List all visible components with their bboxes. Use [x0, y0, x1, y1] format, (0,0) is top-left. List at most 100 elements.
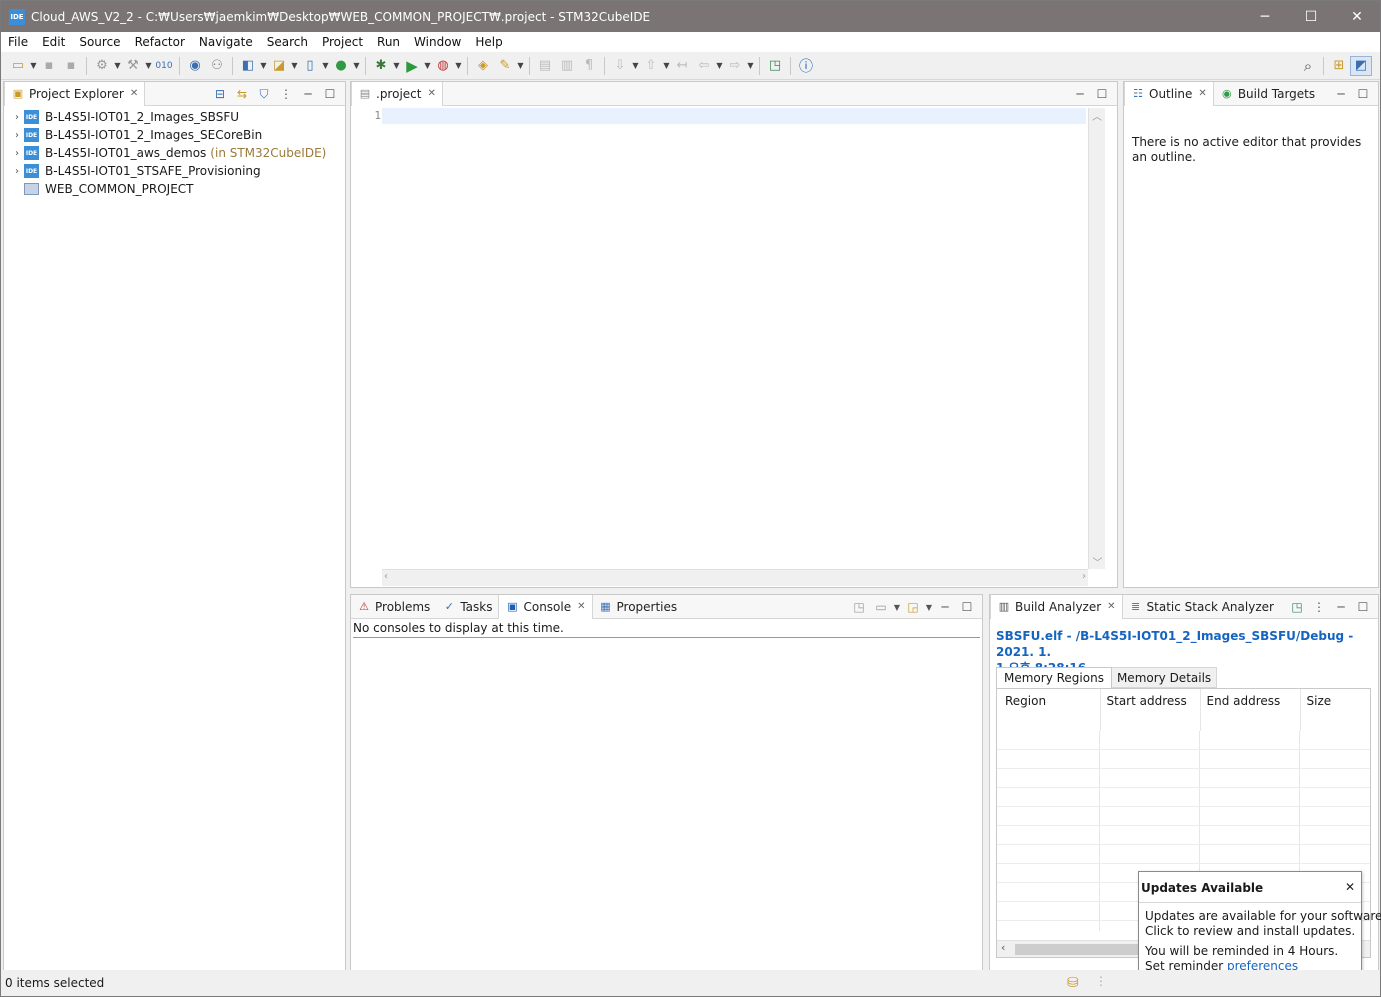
minimize-view-icon[interactable]: ─ [1069, 87, 1091, 101]
scroll-left-icon[interactable]: ‹ [1001, 941, 1005, 954]
debug-icon[interactable]: ✱ [370, 56, 392, 76]
menu-project[interactable]: Project [315, 35, 370, 49]
column-header-region[interactable]: Region [997, 689, 1101, 731]
progress-icon[interactable]: ⛁ [1067, 975, 1079, 991]
new-class-icon[interactable]: ● [330, 56, 352, 76]
open-perspective-button-icon[interactable]: ⊞ [1328, 56, 1350, 76]
collapse-all-icon[interactable]: ⊟ [209, 87, 231, 101]
search-task-icon[interactable]: ✎ [494, 56, 516, 76]
scroll-down-icon[interactable]: ﹀ [1089, 554, 1106, 569]
tab-problems[interactable]: ⚠ Problems [351, 595, 436, 619]
menu-window[interactable]: Window [407, 35, 468, 49]
tree-item[interactable]: › IDE B-L4S5I-IOT01_aws_demos (in STM32C… [10, 144, 345, 162]
close-tab-icon[interactable]: ✕ [1107, 601, 1115, 612]
menu-run[interactable]: Run [370, 35, 407, 49]
display-console-dropdown-icon[interactable]: ▼ [892, 603, 902, 612]
tab-build-targets[interactable]: ◉ Build Targets [1214, 82, 1321, 106]
cpp-perspective-icon[interactable]: ◩ [1350, 55, 1372, 76]
build-hammer-icon[interactable]: ⚒ [122, 56, 144, 76]
close-tab-icon[interactable]: ✕ [1198, 88, 1206, 99]
tree-item[interactable]: › IDE B-L4S5I-IOT01_2_Images_SECoreBin [10, 126, 345, 144]
menu-help[interactable]: Help [468, 35, 509, 49]
run-icon[interactable]: ▶ [401, 56, 423, 76]
next-annotation-icon[interactable]: ⇩ [609, 56, 631, 76]
back-dropdown-icon[interactable]: ▼ [715, 56, 724, 76]
tab-project-file[interactable]: ▤ .project ✕ [351, 81, 443, 106]
minimize-view-icon[interactable]: ─ [1330, 87, 1352, 101]
build-config-dropdown-icon[interactable]: ▼ [113, 56, 122, 76]
external-tools-dropdown-icon[interactable]: ▼ [454, 56, 463, 76]
next-annotation-dropdown-icon[interactable]: ▼ [631, 56, 640, 76]
vertical-scrollbar[interactable]: ︿ ﹀ [1088, 108, 1105, 569]
horizontal-scrollbar[interactable]: ‹ › [382, 569, 1088, 586]
maximize-view-icon[interactable]: ☐ [956, 600, 978, 614]
menu-refactor[interactable]: Refactor [128, 35, 192, 49]
device-config-icon[interactable]: ⚇ [206, 56, 228, 76]
block-select-icon[interactable]: ▥ [556, 56, 578, 76]
tree-item[interactable]: WEB_COMMON_PROJECT [10, 180, 345, 198]
minimize-button[interactable]: ─ [1242, 1, 1288, 32]
view-menu-icon[interactable]: ⋮ [275, 87, 297, 101]
open-console-dropdown-icon[interactable]: ▼ [924, 603, 934, 612]
open-console-icon[interactable]: ◲ [902, 600, 924, 614]
back-icon[interactable]: ⇦ [693, 56, 715, 76]
menu-file[interactable]: File [1, 35, 35, 49]
notification-close-icon[interactable]: ✕ [1345, 880, 1355, 894]
toggle-mark-icon[interactable]: ▤ [534, 56, 556, 76]
maximize-view-icon[interactable]: ☐ [1352, 600, 1374, 614]
expand-arrow-icon[interactable]: › [10, 130, 24, 141]
tree-item[interactable]: › IDE B-L4S5I-IOT01_2_Images_SBSFU [10, 108, 345, 126]
tab-console[interactable]: ▣ Console ✕ [498, 594, 593, 619]
search-icon[interactable]: ⌕ [1297, 56, 1319, 76]
binary-icon[interactable]: 010 [153, 56, 175, 76]
maximize-view-icon[interactable]: ☐ [1091, 87, 1113, 101]
search-task-dropdown-icon[interactable]: ▼ [516, 56, 525, 76]
build-dropdown-icon[interactable]: ▼ [144, 56, 153, 76]
menu-navigate[interactable]: Navigate [192, 35, 260, 49]
column-header-size[interactable]: Size [1300, 689, 1370, 731]
new-project-dropdown-icon[interactable]: ▼ [259, 56, 268, 76]
view-menu-icon[interactable]: ⋮ [1308, 600, 1330, 614]
external-tools-icon[interactable]: ◍ [432, 56, 454, 76]
close-tab-icon[interactable]: ✕ [130, 88, 138, 99]
show-whitespace-icon[interactable]: ¶ [578, 56, 600, 76]
minimize-view-icon[interactable]: ─ [1330, 600, 1352, 614]
expand-arrow-icon[interactable]: › [10, 148, 24, 159]
minimize-view-icon[interactable]: ─ [297, 87, 319, 101]
pin-console-icon[interactable]: ◳ [848, 600, 870, 614]
toggle-breakpoint-icon[interactable]: ◉ [184, 56, 206, 76]
new-icon[interactable]: ▭ [7, 56, 29, 76]
new-c-file-icon[interactable]: ▯ [299, 56, 321, 76]
scroll-right-icon[interactable]: › [1082, 571, 1086, 582]
tab-memory-regions[interactable]: Memory Regions [996, 667, 1112, 688]
close-tab-icon[interactable]: ✕ [577, 601, 585, 612]
column-header-start-address[interactable]: Start address [1100, 689, 1201, 731]
tab-project-explorer[interactable]: ▣ Project Explorer ✕ [4, 81, 146, 106]
text-area[interactable] [382, 108, 1086, 568]
tab-tasks[interactable]: ✓ Tasks [436, 595, 498, 619]
maximize-button[interactable]: ☐ [1288, 1, 1334, 32]
open-perspective-icon[interactable]: ◳ [764, 56, 786, 76]
new-dropdown-icon[interactable]: ▼ [29, 56, 38, 76]
link-editor-icon[interactable]: ⇆ [231, 87, 253, 101]
menu-edit[interactable]: Edit [35, 35, 72, 49]
open-project-dropdown-icon[interactable]: ▼ [290, 56, 299, 76]
forward-dropdown-icon[interactable]: ▼ [746, 56, 755, 76]
prev-annotation-icon[interactable]: ⇧ [640, 56, 662, 76]
run-dropdown-icon[interactable]: ▼ [423, 56, 432, 76]
menu-search[interactable]: Search [260, 35, 315, 49]
build-config-icon[interactable]: ⚙ [91, 56, 113, 76]
display-console-icon[interactable]: ▭ [870, 600, 892, 614]
last-edit-icon[interactable]: ↤ [671, 56, 693, 76]
open-project-icon[interactable]: ◪ [268, 56, 290, 76]
column-header-end-address[interactable]: End address [1200, 689, 1301, 731]
maximize-view-icon[interactable]: ☐ [319, 87, 341, 101]
debug-dropdown-icon[interactable]: ▼ [392, 56, 401, 76]
scroll-up-icon[interactable]: ︿ [1089, 108, 1105, 123]
close-window-button[interactable]: ✕ [1334, 1, 1380, 32]
open-type-icon[interactable]: ◈ [472, 56, 494, 76]
expand-arrow-icon[interactable]: › [10, 166, 24, 177]
tree-item[interactable]: › IDE B-L4S5I-IOT01_STSAFE_Provisioning [10, 162, 345, 180]
expand-arrow-icon[interactable]: › [10, 112, 24, 123]
menu-source[interactable]: Source [72, 35, 127, 49]
